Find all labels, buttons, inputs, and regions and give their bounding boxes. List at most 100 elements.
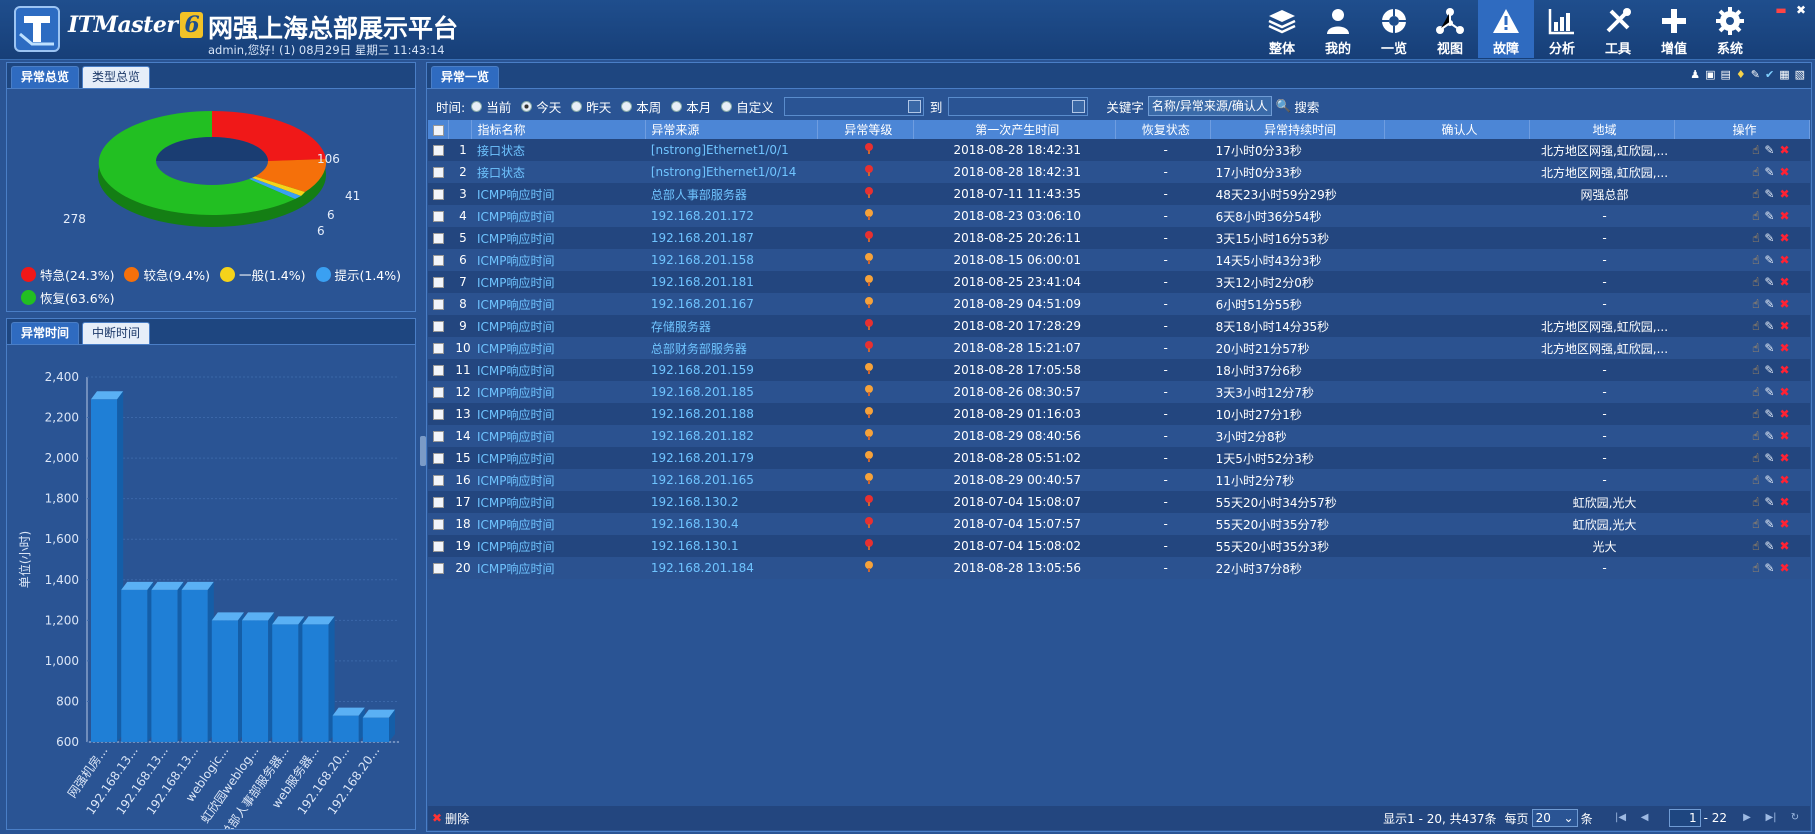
column-header[interactable]: 地域 [1529, 120, 1675, 139]
table-row[interactable]: 17 ICMP响应时间 192.168.130.2 2018-07-04 15:08:… [428, 491, 1810, 513]
bar[interactable] [211, 612, 244, 742]
bar[interactable] [362, 709, 395, 742]
delete-row-icon[interactable]: ✖ [1779, 144, 1789, 156]
column-header[interactable]: 确认人 [1384, 120, 1530, 139]
edit-icon[interactable]: ✎ [1764, 386, 1774, 398]
nav-tools[interactable]: 工具 [1590, 0, 1646, 58]
metric-name-link[interactable]: 接口状态 [471, 161, 646, 183]
radio-time-option[interactable]: 本周 [621, 97, 661, 116]
table-row[interactable]: 3 ICMP响应时间 总部人事部服务器 2018-07-11 11:43:35-48天… [428, 183, 1810, 205]
source-link[interactable]: [nstrong]Ethernet1/0/1 [645, 139, 818, 161]
delete-row-icon[interactable]: ✖ [1779, 474, 1789, 486]
metric-name-link[interactable]: ICMP响应时间 [471, 403, 646, 425]
legend-item[interactable]: 恢复(63.6%) [21, 288, 114, 307]
nav-gear[interactable]: 系统 [1702, 0, 1758, 58]
table-row[interactable]: 8 ICMP响应时间 192.168.201.167 2018-08-29 04:51… [428, 293, 1810, 315]
per-page-select[interactable]: 20 ⌄ [1531, 809, 1578, 827]
close-window-icon[interactable]: ✖ [1792, 2, 1810, 18]
row-checkbox[interactable] [433, 431, 444, 442]
hand-icon[interactable]: ☝ [1752, 232, 1759, 244]
keyword-input[interactable]: 名称/异常来源/确认人 [1147, 96, 1272, 116]
delete-row-icon[interactable]: ✖ [1779, 408, 1789, 420]
delete-row-icon[interactable]: ✖ [1779, 232, 1789, 244]
edit-icon[interactable]: ✎ [1764, 166, 1774, 178]
hand-icon[interactable]: ☝ [1752, 254, 1759, 266]
radio-time-option[interactable]: 自定义 [721, 97, 774, 116]
column-header[interactable]: 异常等级 [817, 120, 915, 139]
monitor-icon[interactable]: ▤ [1720, 68, 1730, 81]
source-link[interactable]: 总部财务部服务器 [645, 337, 818, 359]
metric-name-link[interactable]: ICMP响应时间 [471, 205, 646, 227]
table-row[interactable]: 11 ICMP响应时间 192.168.201.159 2018-08-28 17:0… [428, 359, 1810, 381]
search-button[interactable]: 🔍 搜索 [1276, 97, 1320, 116]
metric-name-link[interactable]: ICMP响应时间 [471, 183, 646, 205]
edit-icon[interactable]: ✎ [1764, 144, 1774, 156]
radio-button[interactable] [571, 100, 583, 112]
metric-name-link[interactable]: ICMP响应时间 [471, 469, 646, 491]
hand-icon[interactable]: ☝ [1752, 452, 1759, 464]
delete-row-icon[interactable]: ✖ [1779, 452, 1789, 464]
column-header[interactable]: 异常来源 [645, 120, 819, 139]
table-row[interactable]: 1 接口状态 [nstrong]Ethernet1/0/1 2018-08-28 18… [428, 139, 1810, 161]
radio-button[interactable] [671, 100, 683, 112]
hand-icon[interactable]: ☝ [1752, 166, 1759, 178]
hand-icon[interactable]: ☝ [1752, 364, 1759, 376]
delete-button[interactable]: ✖ 删除 [432, 810, 469, 827]
next-page-icon[interactable]: ▶ [1740, 811, 1754, 825]
nav-plus[interactable]: 增值 [1646, 0, 1702, 58]
tab-exception-time[interactable]: 异常时间 [11, 322, 80, 344]
metric-name-link[interactable]: ICMP响应时间 [471, 513, 646, 535]
radio-time-option[interactable]: 昨天 [571, 97, 611, 116]
radio-button[interactable] [621, 100, 633, 112]
table-row[interactable]: 20 ICMP响应时间 192.168.201.184 2018-08-28 13:0… [428, 557, 1810, 579]
row-checkbox[interactable] [433, 299, 444, 310]
minimize-icon[interactable]: ▬ [1772, 2, 1790, 18]
first-page-icon[interactable]: |◀ [1614, 811, 1628, 825]
hand-icon[interactable]: ☝ [1752, 474, 1759, 486]
table-row[interactable]: 6 ICMP响应时间 192.168.201.158 2018-08-15 06:00… [428, 249, 1810, 271]
table-row[interactable]: 14 ICMP响应时间 192.168.201.182 2018-08-29 08:4… [428, 425, 1810, 447]
source-link[interactable]: 192.168.201.181 [645, 271, 818, 293]
bulb-icon[interactable]: ♦ [1736, 68, 1746, 81]
edit-icon[interactable]: ✎ [1764, 232, 1774, 244]
source-link[interactable]: 192.168.130.1 [645, 535, 818, 557]
bar[interactable] [332, 707, 365, 742]
edit-icon[interactable]: ✎ [1764, 452, 1774, 464]
radio-button[interactable] [521, 100, 533, 112]
nav-topology[interactable]: 视图 [1422, 0, 1478, 58]
row-checkbox[interactable] [433, 497, 444, 508]
bar[interactable] [302, 616, 335, 742]
edit-icon[interactable]: ✎ [1764, 298, 1774, 310]
table-row[interactable]: 15 ICMP响应时间 192.168.201.179 2018-08-28 05:5… [428, 447, 1810, 469]
hand-icon[interactable]: ☝ [1752, 342, 1759, 354]
table-row[interactable]: 19 ICMP响应时间 192.168.130.1 2018-07-04 15:08:… [428, 535, 1810, 557]
column-header[interactable]: 指标名称 [471, 120, 647, 139]
table-row[interactable]: 2 接口状态 [nstrong]Ethernet1/0/14 2018-08-28 1… [428, 161, 1810, 183]
delete-row-icon[interactable]: ✖ [1779, 254, 1789, 266]
edit-icon[interactable]: ✎ [1764, 496, 1774, 508]
source-link[interactable]: 192.168.201.179 [645, 447, 818, 469]
hand-icon[interactable]: ☝ [1752, 496, 1759, 508]
metric-name-link[interactable]: ICMP响应时间 [471, 293, 646, 315]
row-checkbox[interactable] [433, 365, 444, 376]
metric-name-link[interactable]: ICMP响应时间 [471, 359, 646, 381]
bar[interactable] [151, 581, 184, 742]
column-header[interactable]: 恢复状态 [1115, 120, 1212, 139]
metric-name-link[interactable]: ICMP响应时间 [471, 535, 646, 557]
nav-chart[interactable]: 分析 [1534, 0, 1590, 58]
edit-icon[interactable]: ✎ [1764, 562, 1774, 574]
delete-row-icon[interactable]: ✖ [1779, 188, 1789, 200]
source-link[interactable]: 192.168.201.184 [645, 557, 818, 579]
table-row[interactable]: 4 ICMP响应时间 192.168.201.172 2018-08-23 03:06… [428, 205, 1810, 227]
hand-icon[interactable]: ☝ [1752, 562, 1759, 574]
pen-icon[interactable]: ✎ [1751, 68, 1760, 81]
refresh-icon[interactable]: ↻ [1788, 811, 1802, 825]
calendar-icon[interactable] [907, 99, 921, 113]
metric-name-link[interactable]: ICMP响应时间 [471, 425, 646, 447]
source-link[interactable]: 192.168.201.165 [645, 469, 818, 491]
source-link[interactable]: 192.168.130.2 [645, 491, 818, 513]
delete-row-icon[interactable]: ✖ [1779, 386, 1789, 398]
delete-row-icon[interactable]: ✖ [1779, 518, 1789, 530]
hand-icon[interactable]: ☝ [1752, 276, 1759, 288]
metric-name-link[interactable]: ICMP响应时间 [471, 447, 646, 469]
